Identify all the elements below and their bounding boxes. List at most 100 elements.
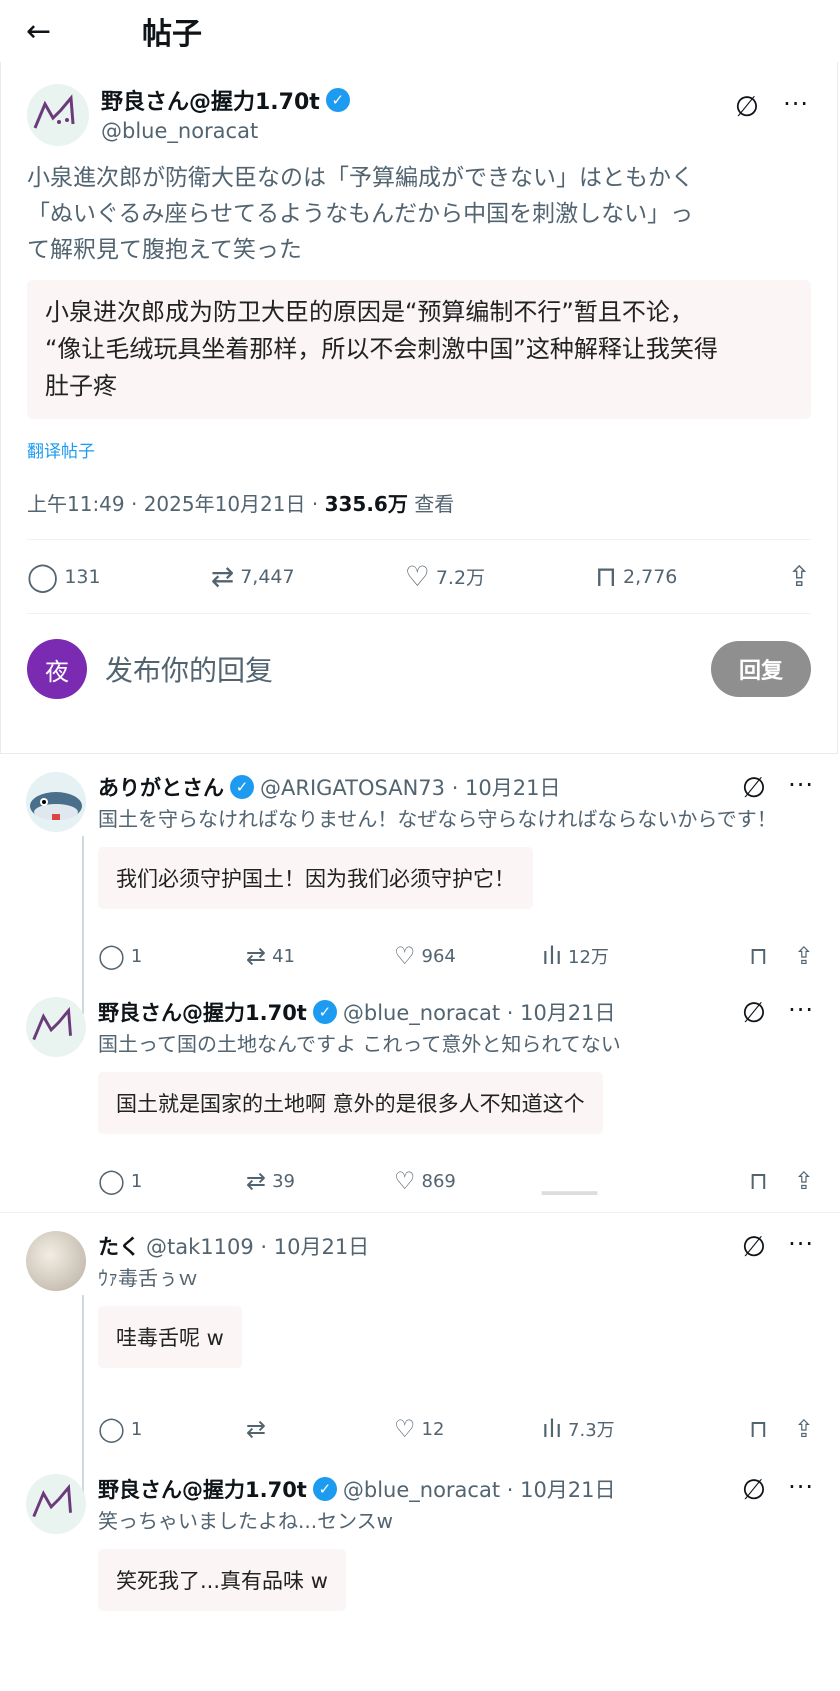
grok-icon[interactable]: ∅ xyxy=(742,1473,766,1506)
share-icon[interactable]: ⇪ xyxy=(794,942,814,970)
repost-button[interactable]: ⇄ 7,447 xyxy=(211,560,295,593)
repost-icon: ⇄ xyxy=(210,560,235,593)
repost-button[interactable]: ⇄ 39 xyxy=(246,1167,394,1195)
reply-thread: ありがとさん ✓ @ARIGATOSAN73 · 10月21日 ∅ ··· 国土を… xyxy=(0,754,840,1611)
more-options-icon[interactable]: ··· xyxy=(788,771,814,804)
post-timestamp[interactable]: 上午11:49 · 2025年10月21日 · xyxy=(27,492,325,516)
bookmark-icon[interactable]: ⊓ xyxy=(749,942,768,970)
grok-icon[interactable]: ∅ xyxy=(742,996,766,1029)
repost-button[interactable]: ⇄ 41 xyxy=(246,942,394,970)
user-handle[interactable]: @blue_noracat · 10月21日 xyxy=(343,997,616,1027)
repost-count: 39 xyxy=(272,1170,296,1192)
reply-count: 1 xyxy=(130,945,143,967)
top-bar: ← 帖子 xyxy=(0,0,840,62)
view-count: 335.6万 xyxy=(324,492,408,516)
reply-item[interactable]: 野良さん@握力1.70t ✓ @blue_noracat · 10月21日 ∅ ·… xyxy=(26,1460,814,1611)
share-button[interactable]: ⇪ xyxy=(788,560,811,593)
verified-badge-icon: ✓ xyxy=(312,1000,337,1024)
translate-post-link[interactable]: 翻译帖子 xyxy=(27,437,811,462)
reply-button[interactable]: ◯ 1 xyxy=(98,942,246,970)
display-name[interactable]: 野良さん@握力1.70t xyxy=(101,84,320,116)
bookmark-icon[interactable]: ⊓ xyxy=(749,1415,768,1443)
user-handle[interactable]: @blue_noracat · 10月21日 xyxy=(343,1474,616,1504)
comment-icon: ◯ xyxy=(98,1415,125,1443)
verified-badge-icon: ✓ xyxy=(230,775,254,799)
translation-box: 小泉进次郎成为防卫大臣的原因是“预算编制不行”暂且不论， “像让毛绒玩具坐着那样… xyxy=(27,280,811,419)
bookmark-icon[interactable]: ⊓ xyxy=(749,1167,768,1195)
verified-badge-icon: ✓ xyxy=(312,1477,337,1501)
reply-text: 笑っちゃいましたよね...センスw xyxy=(98,1509,394,1533)
avatar[interactable] xyxy=(26,1474,86,1534)
share-icon[interactable]: ⇪ xyxy=(794,1167,814,1195)
like-button[interactable]: ♡ 869 xyxy=(394,1167,542,1195)
main-post: 野良さん@握力1.70t ✓ @blue_noracat ∅ ··· 小泉進次郎… xyxy=(0,62,838,754)
reply-button[interactable]: ◯ 1 xyxy=(98,1415,246,1443)
my-avatar[interactable]: 夜 xyxy=(27,639,87,699)
reply-text: 国土を守らなければなりません！なぜなら守らなければならないからです！ xyxy=(98,807,777,831)
repost-button[interactable]: ⇄ xyxy=(246,1415,394,1443)
avatar[interactable] xyxy=(27,84,89,146)
display-name[interactable]: 野良さん@握力1.70t xyxy=(98,997,307,1027)
grok-icon[interactable]: ∅ xyxy=(735,90,759,123)
reply-item[interactable]: たく @tak1109 · 10月21日 ∅ ··· ｳｧ毒舌ぅｗ 哇毒舌呢 w … xyxy=(26,1213,814,1505)
reply-actions: ◯ 1 ⇄ 41 ♡ 964 ılı 12万 ⊓ ⇪ xyxy=(98,925,814,987)
bookmark-button[interactable]: ⊓ 2,776 xyxy=(595,560,677,593)
back-arrow-icon[interactable]: ← xyxy=(26,14,86,49)
share-icon: ⇪ xyxy=(787,560,811,593)
user-handle[interactable]: @tak1109 · 10月21日 xyxy=(146,1231,369,1261)
user-handle[interactable]: @ARIGATOSAN73 · 10月21日 xyxy=(260,772,561,802)
reply-button[interactable]: ◯ 131 xyxy=(27,560,101,593)
reply-submit-button[interactable]: 回复 xyxy=(710,641,811,697)
display-name[interactable]: ありがとさん xyxy=(98,772,224,802)
more-options-icon[interactable]: ··· xyxy=(788,996,814,1029)
like-button[interactable]: ♡ 964 xyxy=(394,942,542,970)
translation-box: 我们必须守护国土！因为我们必须守护它！ xyxy=(98,847,533,909)
repost-icon: ⇄ xyxy=(246,1415,267,1443)
user-handle[interactable]: @blue_noracat xyxy=(101,119,350,143)
reply-count: 1 xyxy=(130,1418,143,1440)
page-title: 帖子 xyxy=(142,17,202,52)
display-name[interactable]: 野良さん@握力1.70t xyxy=(98,1474,307,1504)
avatar[interactable] xyxy=(26,772,86,832)
reply-item[interactable]: 野良さん@握力1.70t ✓ @blue_noracat · 10月21日 ∅ ·… xyxy=(26,987,814,1212)
share-icon[interactable]: ⇪ xyxy=(794,1415,814,1443)
views-label: 查看 xyxy=(407,492,455,516)
reply-item[interactable]: ありがとさん ✓ @ARIGATOSAN73 · 10月21日 ∅ ··· 国土を… xyxy=(26,754,814,1014)
heart-icon: ♡ xyxy=(394,1167,416,1195)
views-button[interactable]: ▁▁▁ xyxy=(542,1167,690,1195)
bar-chart-icon: ılı xyxy=(542,942,563,970)
translation-box: 国土就是国家的土地啊 意外的是很多人不知道这个 xyxy=(98,1072,603,1134)
verified-badge-icon: ✓ xyxy=(325,88,350,112)
avatar[interactable] xyxy=(26,1231,86,1291)
display-name[interactable]: たく xyxy=(98,1231,140,1261)
post-author: 野良さん@握力1.70t ✓ @blue_noracat ∅ ··· xyxy=(27,62,811,152)
views-button[interactable]: ılı 12万 xyxy=(542,942,690,970)
repost-icon: ⇄ xyxy=(246,942,267,970)
reply-text: 国土って国の土地なんですよ これって意外と知られてない xyxy=(98,1032,621,1056)
reply-composer: 夜 发布你的回复 回复 xyxy=(27,614,811,724)
reply-count: 1 xyxy=(130,1170,143,1192)
like-button[interactable]: ♡ 7.2万 xyxy=(405,560,485,593)
comment-icon: ◯ xyxy=(98,1167,125,1195)
more-options-icon[interactable]: ··· xyxy=(788,1230,814,1263)
view-count: 12万 xyxy=(568,947,609,968)
like-button[interactable]: ♡ 12 xyxy=(394,1415,542,1443)
reply-count: 131 xyxy=(64,565,101,588)
repost-count: 7,447 xyxy=(240,565,295,588)
bar-chart-icon: ▁▁▁ xyxy=(542,1167,598,1195)
grok-icon[interactable]: ∅ xyxy=(742,1230,766,1263)
reply-actions: ◯ 1 ⇄ ♡ 12 ılı 7.3万 ⊓ ⇪ xyxy=(98,1398,814,1460)
more-options-icon[interactable]: ··· xyxy=(783,90,809,123)
reply-button[interactable]: ◯ 1 xyxy=(98,1167,246,1195)
reply-input[interactable]: 发布你的回复 xyxy=(105,649,711,689)
post-text-line: 「ぬいぐるみ座らせてるようなもんだから中国を刺激しない」っ xyxy=(27,201,694,227)
post-text: 小泉進次郎が防衛大臣なのは「予算編成ができない」はともかく 「ぬいぐるみ座らせて… xyxy=(27,160,811,268)
bookmark-icon: ⊓ xyxy=(595,560,617,593)
bar-chart-icon: ılı xyxy=(542,1415,563,1443)
translation-line: “像让毛绒玩具坐着那样，所以不会刺激中国”这种解释让我笑得 xyxy=(45,335,718,363)
more-options-icon[interactable]: ··· xyxy=(788,1473,814,1506)
avatar[interactable] xyxy=(26,997,86,1057)
views-button[interactable]: ılı 7.3万 xyxy=(542,1415,690,1443)
grok-icon[interactable]: ∅ xyxy=(742,771,766,804)
comment-icon: ◯ xyxy=(27,560,59,593)
